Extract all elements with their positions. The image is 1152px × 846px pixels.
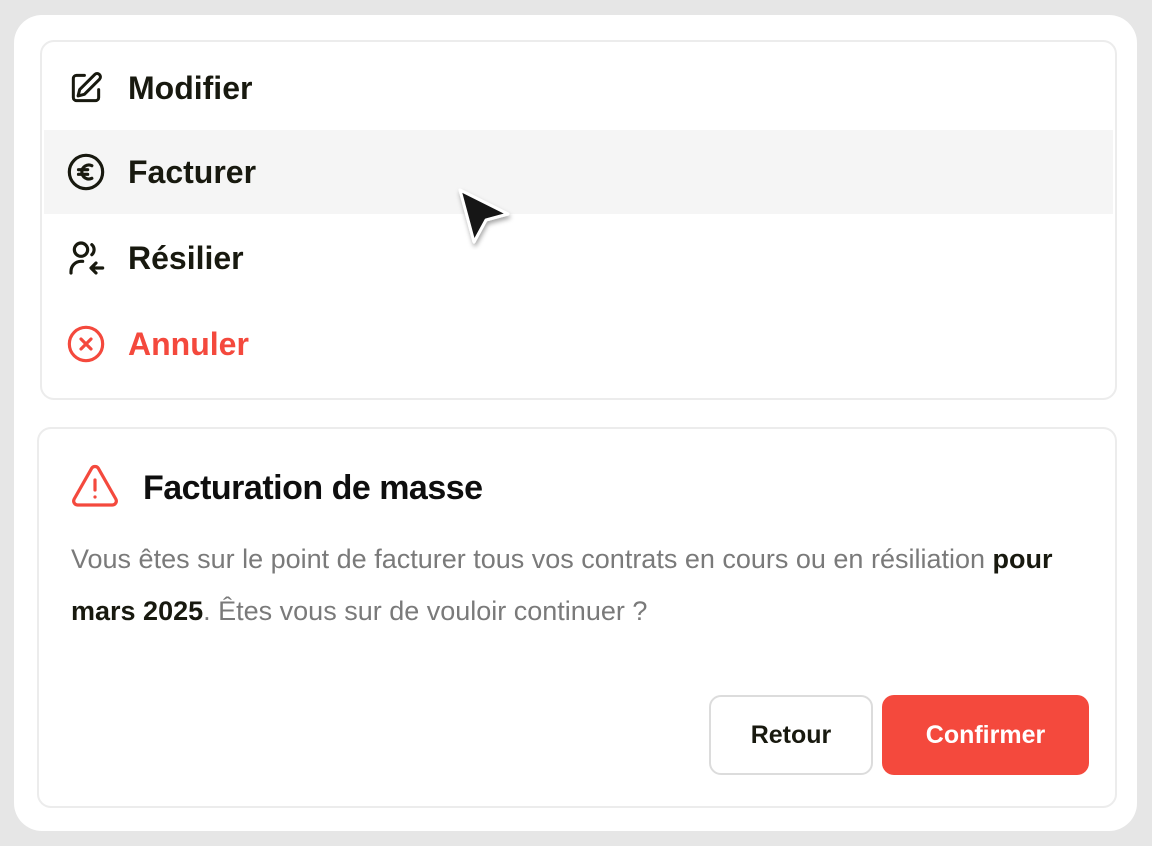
menu-item-annuler[interactable]: Annuler — [44, 302, 1113, 386]
menu-item-label: Modifier — [128, 69, 253, 106]
dialog-header: Facturation de masse — [71, 464, 483, 512]
dialog-title: Facturation de masse — [143, 468, 483, 507]
confirm-button[interactable]: Confirmer — [882, 695, 1089, 775]
confirm-dialog: Facturation de masse Vous êtes sur le po… — [37, 427, 1117, 808]
warning-icon — [71, 464, 119, 513]
close-circle-icon — [66, 324, 106, 364]
back-button[interactable]: Retour — [709, 695, 873, 775]
menu-item-resilier[interactable]: Résilier — [44, 216, 1113, 300]
user-return-icon — [66, 238, 106, 278]
edit-icon — [66, 68, 106, 108]
menu-item-label: Facturer — [128, 153, 257, 190]
menu-item-label: Résilier — [128, 239, 244, 276]
dialog-message-end: . Êtes vous sur de vouloir continuer ? — [203, 596, 648, 626]
actions-menu: Modifier Facturer Résilier Annuler — [40, 40, 1117, 400]
dialog-message-start: Vous êtes sur le point de facturer tous … — [71, 544, 993, 574]
euro-icon — [66, 152, 106, 192]
dialog-message: Vous êtes sur le point de facturer tous … — [71, 533, 1081, 637]
mouse-cursor-icon — [458, 188, 510, 244]
menu-item-facturer[interactable]: Facturer — [44, 130, 1113, 214]
menu-item-label: Annuler — [128, 325, 249, 362]
menu-item-modifier[interactable]: Modifier — [44, 46, 1113, 130]
